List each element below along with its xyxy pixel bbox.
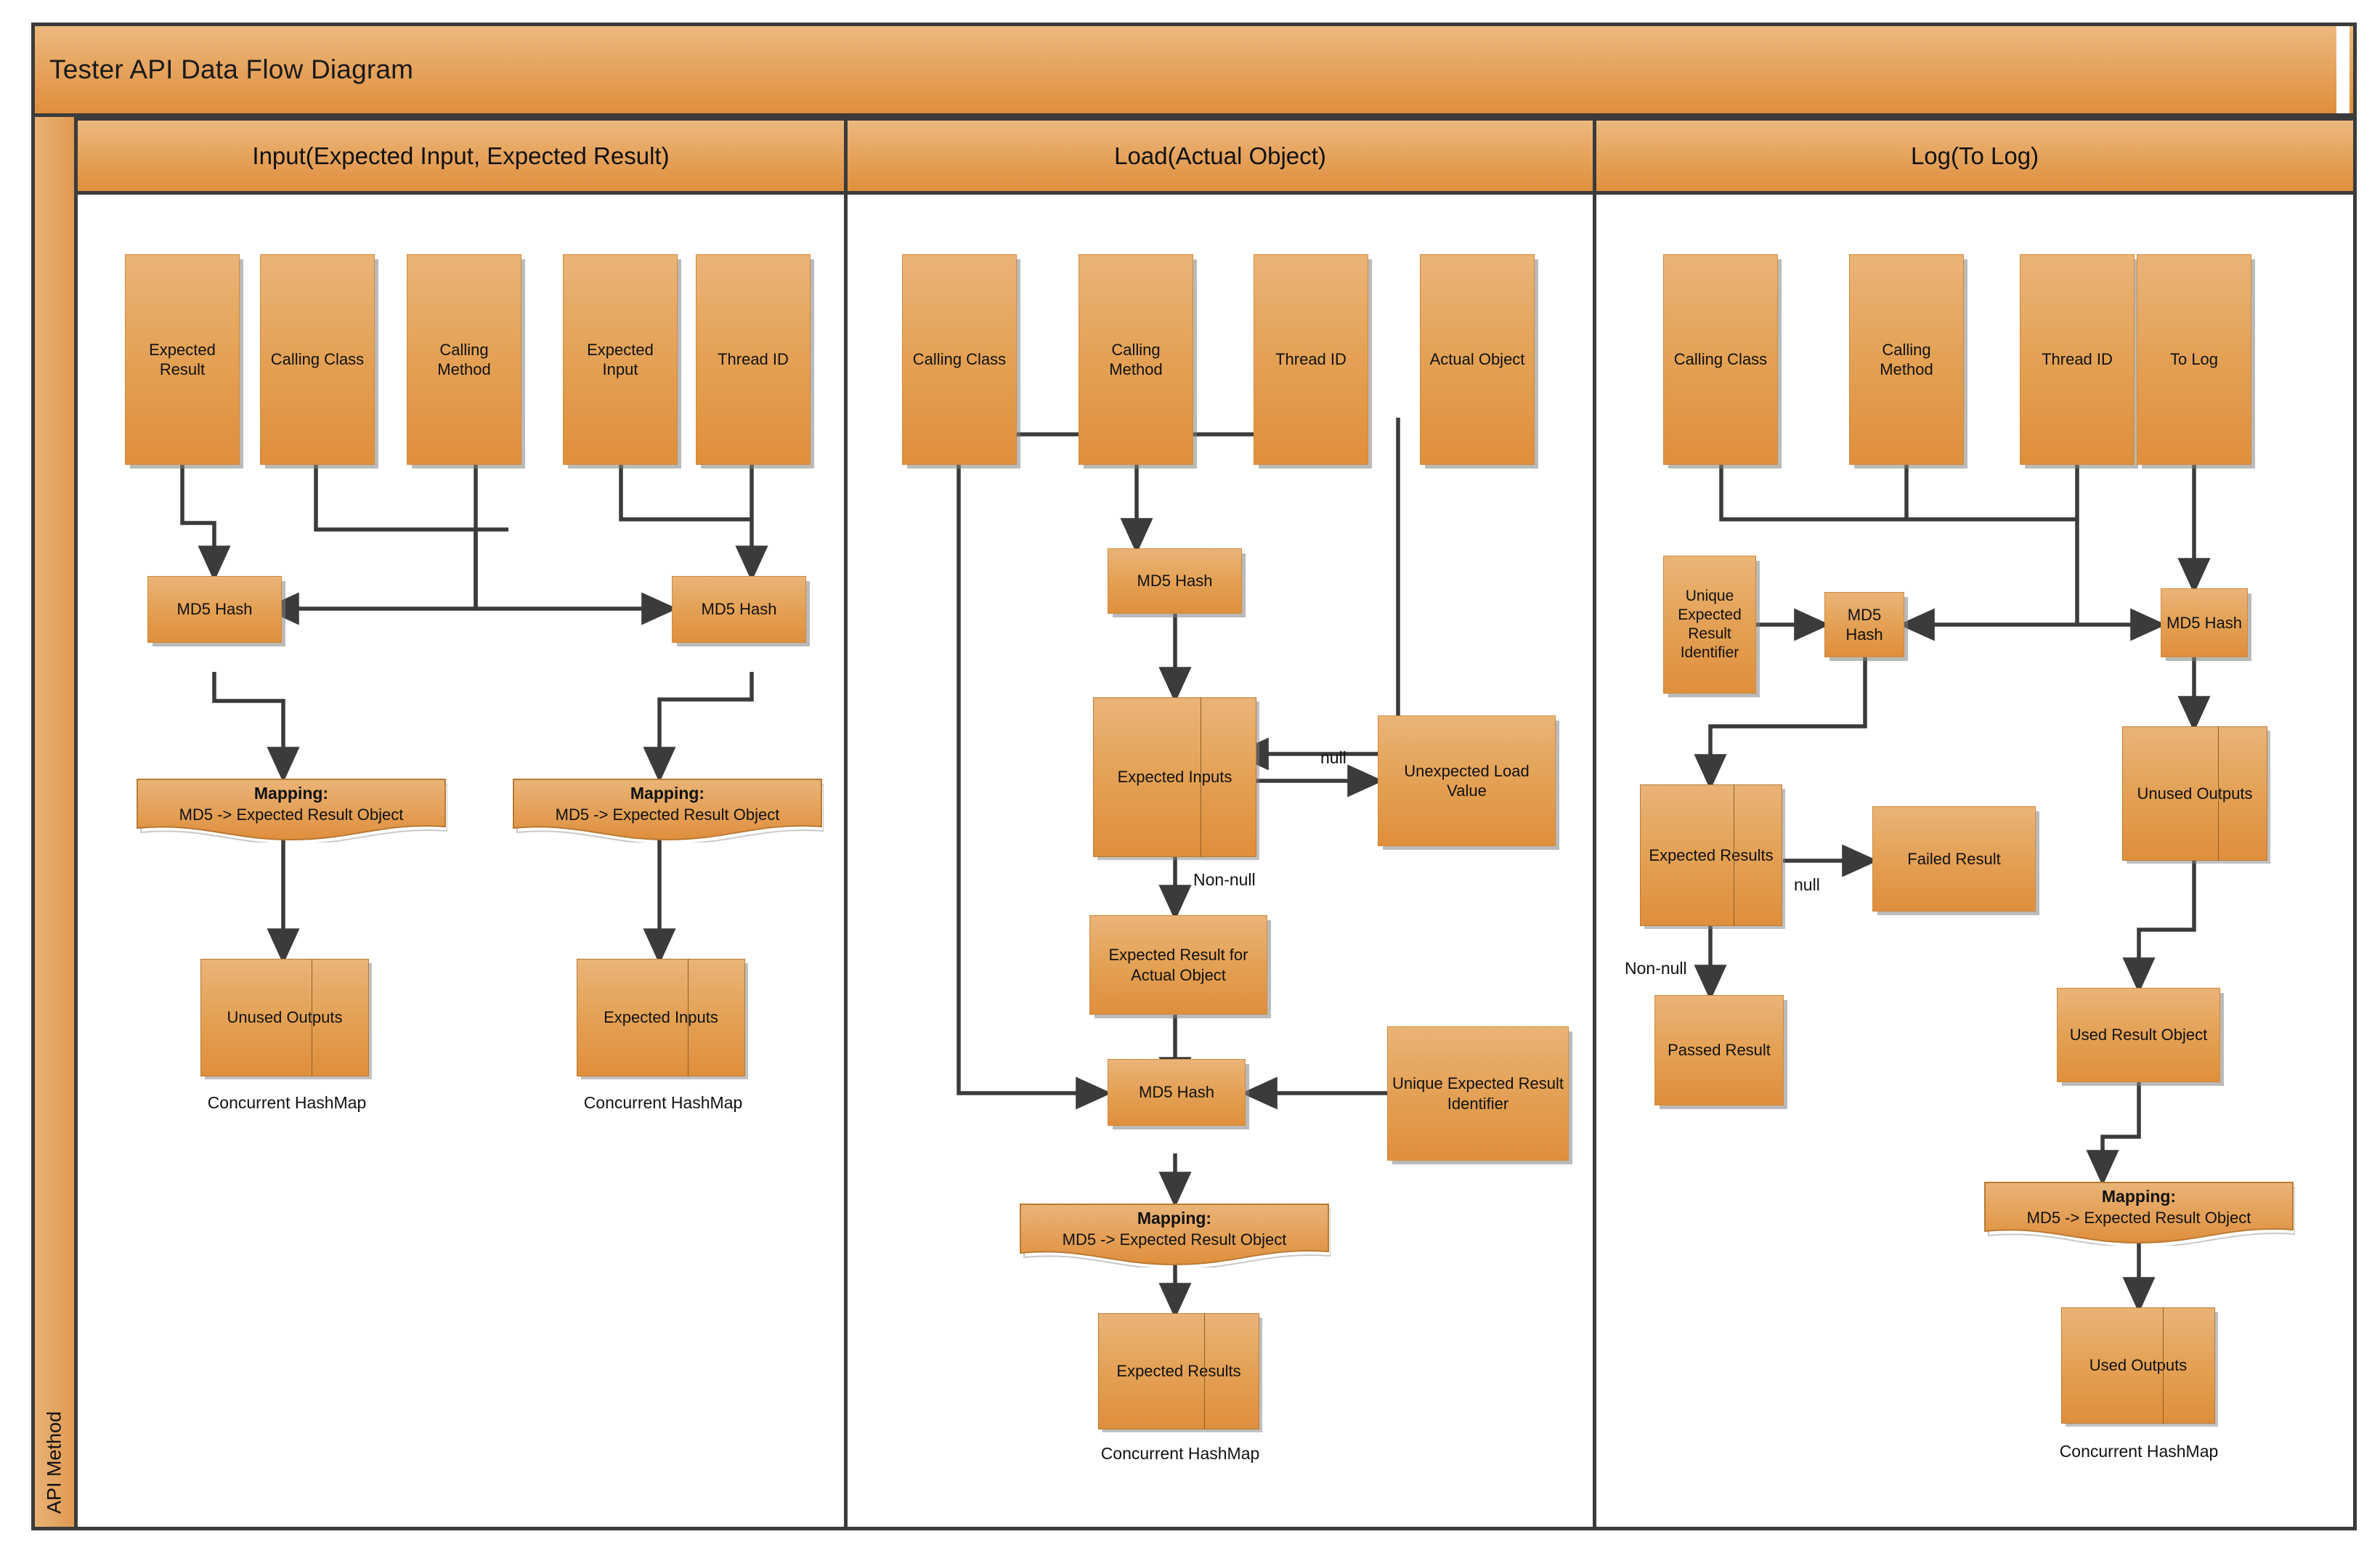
node-expected-result-for-actual-object[interactable]: Expected Result for Actual Object [1089, 915, 1267, 1015]
node-unique-expected-result-identifier-log[interactable]: Unique Expected Result Identifier [1663, 556, 1756, 694]
node-used-result-object[interactable]: Used Result Object [2057, 988, 2220, 1082]
node-md5-hash-log-right[interactable]: MD5 Hash [2161, 588, 2248, 657]
caption-concurrent-hashmap-1: Concurrent HashMap [207, 1093, 367, 1112]
store-expected-inputs-input[interactable]: Expected Inputs [577, 959, 745, 1076]
store-expected-results-log[interactable]: Expected Results [1640, 784, 1782, 926]
edge-label-nonnull-load: Non-null [1193, 870, 1256, 889]
lane-label: API Method [43, 1411, 65, 1514]
edge-label-null-load: null [1320, 748, 1347, 767]
node-md5-hash-input-right[interactable]: MD5 Hash [672, 576, 806, 643]
mapping-input-left-text: Mapping: MD5 -> Expected Result Object [135, 783, 447, 825]
store-expected-results-load[interactable]: Expected Results [1098, 1313, 1259, 1429]
mapping-title: Mapping: [1137, 1209, 1212, 1228]
node-md5-hash-load-bottom[interactable]: MD5 Hash [1108, 1059, 1246, 1126]
node-md5-hash-log-left[interactable]: MD5 Hash [1824, 592, 1904, 657]
title-right-stub [2349, 26, 2353, 113]
node-failed-result[interactable]: Failed Result [1872, 806, 2036, 912]
mapping-title: Mapping: [2101, 1187, 2177, 1206]
node-calling-method-log[interactable]: Calling Method [1849, 254, 1964, 465]
caption-concurrent-hashmap-3: Concurrent HashMap [1100, 1444, 1260, 1463]
edge-label-nonnull-log: Non-null [1625, 959, 1687, 978]
mapping-load-text: Mapping: MD5 -> Expected Result Object [1018, 1208, 1331, 1250]
column-header-log-label: Log(To Log) [1910, 142, 2039, 169]
node-md5-hash-input-left[interactable]: MD5 Hash [147, 576, 282, 643]
diagram-canvas: Tester API Data Flow Diagram API Method … [0, 0, 2380, 1558]
column-header-input: Input(Expected Input, Expected Result) [78, 117, 848, 195]
node-calling-method-input[interactable]: Calling Method [407, 254, 521, 465]
node-calling-class-log[interactable]: Calling Class [1663, 254, 1778, 465]
node-unique-expected-result-identifier-load[interactable]: Unique Expected Result Identifier [1387, 1026, 1569, 1161]
mapping-input-left: Mapping: MD5 -> Expected Result Object [135, 777, 447, 843]
edge-label-null-log: null [1794, 875, 1820, 894]
node-unexpected-load-value[interactable]: Unexpected Load Value [1378, 715, 1556, 846]
column-header-input-label: Input(Expected Input, Expected Result) [252, 142, 670, 169]
node-calling-method-load[interactable]: Calling Method [1079, 254, 1193, 465]
store-expected-inputs-load[interactable]: Expected Inputs [1093, 697, 1256, 857]
node-actual-object[interactable]: Actual Object [1420, 254, 1535, 465]
caption-concurrent-hashmap-4: Concurrent HashMap [2059, 1442, 2219, 1461]
store-unused-outputs-input[interactable]: Unused Outputs [200, 959, 369, 1076]
mapping-body: MD5 -> Expected Result Object [2026, 1208, 2251, 1227]
node-thread-id-input[interactable]: Thread ID [696, 254, 811, 465]
node-thread-id-log[interactable]: Thread ID [2020, 254, 2135, 465]
column-header-log: Log(To Log) [1596, 117, 2357, 195]
diagram-title-bar: Tester API Data Flow Diagram [31, 23, 2357, 117]
store-used-outputs[interactable]: Used Outputs [2061, 1307, 2215, 1424]
column-header-load-label: Load(Actual Object) [1114, 142, 1326, 169]
node-to-log[interactable]: To Log [2137, 254, 2251, 465]
node-md5-hash-load-top[interactable]: MD5 Hash [1108, 548, 1242, 614]
mapping-body: MD5 -> Expected Result Object [179, 805, 404, 824]
mapping-input-right: Mapping: MD5 -> Expected Result Object [511, 777, 824, 843]
page-title: Tester API Data Flow Diagram [49, 54, 414, 84]
mapping-title: Mapping: [630, 784, 705, 803]
node-thread-id-load[interactable]: Thread ID [1254, 254, 1368, 465]
mapping-body: MD5 -> Expected Result Object [555, 805, 780, 824]
mapping-title: Mapping: [253, 784, 329, 803]
mapping-load: Mapping: MD5 -> Expected Result Object [1018, 1202, 1331, 1267]
mapping-log: Mapping: MD5 -> Expected Result Object [1983, 1180, 2295, 1246]
caption-concurrent-hashmap-2: Concurrent HashMap [583, 1093, 743, 1112]
store-unused-outputs-log[interactable]: Unused Outputs [2122, 726, 2267, 861]
node-passed-result[interactable]: Passed Result [1654, 995, 1784, 1105]
title-right-gap [2336, 26, 2349, 113]
column-header-load: Load(Actual Object) [848, 117, 1596, 195]
lane-api-method: API Method [31, 117, 78, 1530]
mapping-input-right-text: Mapping: MD5 -> Expected Result Object [511, 783, 824, 825]
node-expected-input[interactable]: Expected Input [563, 254, 678, 465]
mapping-body: MD5 -> Expected Result Object [1062, 1230, 1287, 1249]
node-expected-result[interactable]: Expected Result [125, 254, 240, 465]
node-calling-class-input[interactable]: Calling Class [260, 254, 375, 465]
mapping-log-text: Mapping: MD5 -> Expected Result Object [1983, 1186, 2295, 1228]
node-calling-class-load[interactable]: Calling Class [902, 254, 1017, 465]
